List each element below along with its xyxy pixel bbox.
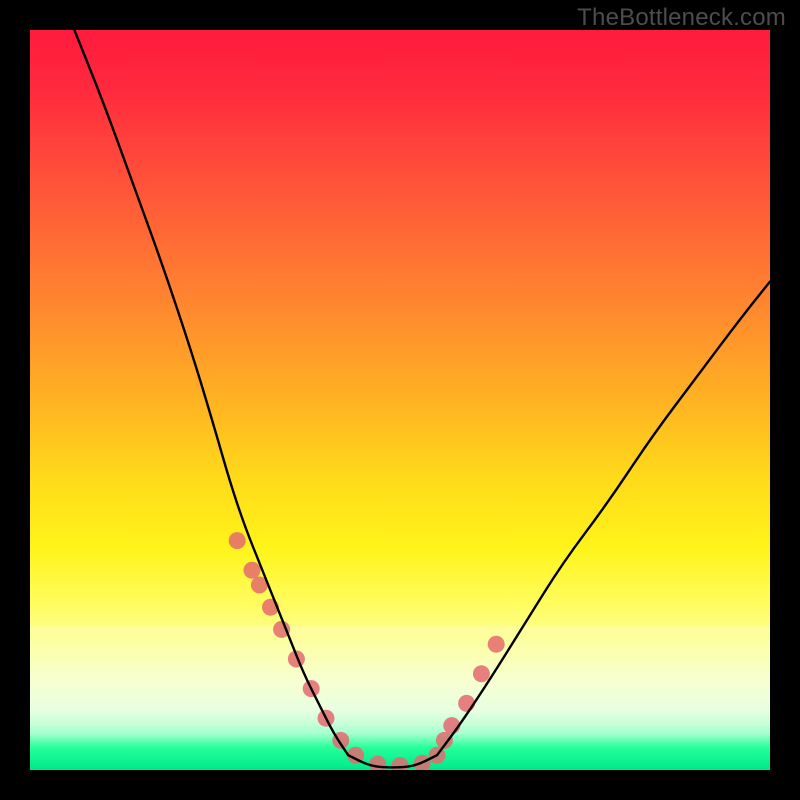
scatter-dot — [229, 532, 246, 549]
scatter-dot — [473, 665, 490, 682]
scatter-dots — [229, 532, 505, 770]
plot-area — [30, 30, 770, 770]
scatter-dot — [458, 695, 475, 712]
chart-svg — [30, 30, 770, 770]
scatter-dot — [244, 562, 261, 579]
outer-frame: TheBottleneck.com — [0, 0, 800, 800]
watermark-text: TheBottleneck.com — [577, 4, 786, 32]
scatter-dot — [488, 636, 505, 653]
bottleneck-curve — [74, 30, 770, 767]
